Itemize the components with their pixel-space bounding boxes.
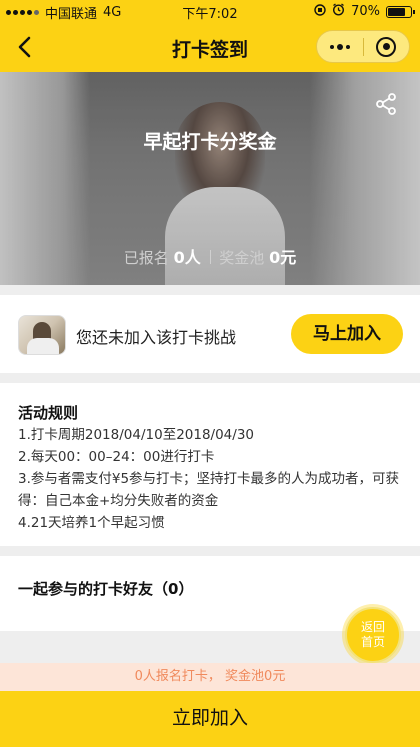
signup-info-strip: 0人报名打卡， 奖金池0元 — [0, 663, 420, 691]
rules-list: 1.打卡周期2018/04/10至2018/04/30 2.每天00：00–24… — [18, 424, 410, 534]
join-card: 您还未加入该打卡挑战 马上加入 — [0, 295, 420, 373]
battery-icon — [386, 5, 415, 18]
signed-label: 已报名 — [123, 249, 169, 267]
join-now-button[interactable]: 马上加入 — [291, 314, 403, 354]
rule-item: 3.参与者需支付¥5参与打卡；坚持打卡最多的人为成功者，可获得：自己本金+均分失… — [18, 471, 400, 509]
user-avatar — [18, 315, 66, 355]
home-fab-line2: 首页 — [360, 635, 385, 649]
more-button[interactable] — [317, 31, 363, 62]
rules-title: 活动规则 — [18, 404, 79, 422]
friends-title: 一起参与的打卡好友（0） — [18, 580, 194, 598]
stats-divider — [209, 250, 211, 264]
close-target-icon — [376, 36, 397, 57]
orientation-lock-icon — [314, 3, 326, 20]
mini-program-capsule — [316, 30, 410, 63]
pool-value: 0元 — [269, 248, 297, 267]
hero-title: 早起打卡分奖金 — [143, 131, 277, 153]
rule-item: 1.打卡周期2018/04/10至2018/04/30 — [18, 427, 254, 443]
status-bar: 中国联通 4G 下午7:02 70% — [0, 0, 420, 22]
signed-value: 0人 — [173, 248, 201, 267]
status-right: 70% — [314, 3, 415, 20]
join-immediately-button[interactable]: 立即加入 — [0, 691, 420, 747]
join-status-text: 您还未加入该打卡挑战 — [76, 328, 237, 347]
nav-bar: 打卡签到 — [0, 22, 420, 72]
hero-stats: 已报名 0人 奖金池 0元 — [0, 244, 420, 268]
back-to-home-button[interactable]: 返回 首页 — [345, 607, 401, 663]
alarm-icon — [332, 3, 345, 20]
more-icon — [329, 43, 350, 50]
rules-section: 活动规则 1.打卡周期2018/04/10至2018/04/30 2.每天00：… — [0, 383, 420, 546]
battery-percent: 70% — [351, 4, 380, 19]
rule-item: 4.21天培养1个早起习惯 — [18, 515, 165, 531]
home-fab-line1: 返回 — [360, 620, 385, 634]
rule-item: 2.每天00：00–24：00进行打卡 — [18, 449, 215, 465]
pool-label: 奖金池 — [219, 249, 265, 267]
share-icon[interactable] — [374, 92, 398, 116]
hero-banner: 早起打卡分奖金 已报名 0人 奖金池 0元 — [0, 72, 420, 285]
close-mini-program-button[interactable] — [363, 31, 409, 62]
